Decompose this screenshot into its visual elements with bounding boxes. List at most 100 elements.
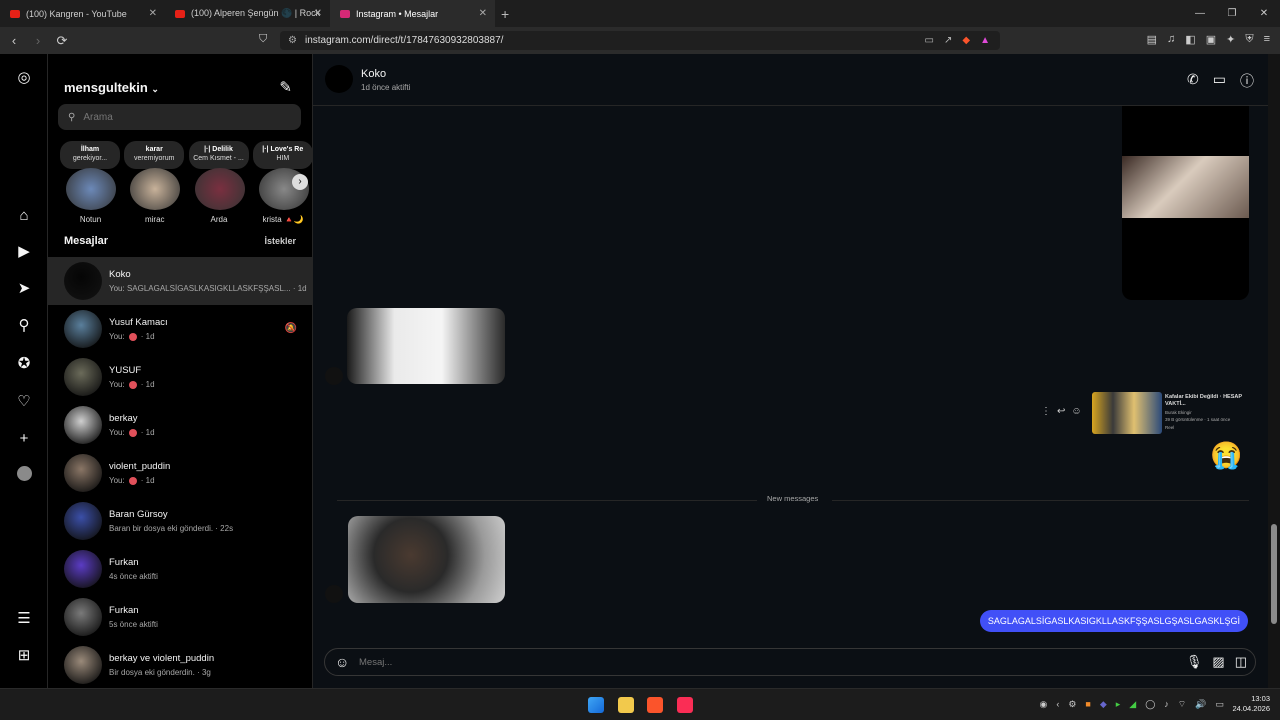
- microphone-icon[interactable]: 🎙: [1186, 654, 1203, 670]
- tray-app-icon[interactable]: ◉: [1039, 699, 1047, 710]
- search-box[interactable]: ⚲: [58, 104, 301, 130]
- note-bubble[interactable]: karar veremiyorum: [124, 141, 185, 169]
- back-button[interactable]: ‹: [4, 33, 24, 48]
- new-tab-button[interactable]: +: [501, 6, 509, 22]
- requests-link[interactable]: İstekler: [264, 236, 296, 246]
- search-icon[interactable]: ⚲: [14, 316, 34, 336]
- conversation-item[interactable]: Baran Gürsoy Baran bir dosya eki gönderdi…: [48, 497, 312, 545]
- conversation-item[interactable]: violent_puddin You: · 1d: [48, 449, 312, 497]
- note-bubble[interactable]: |·| Love's Re HIM: [252, 141, 312, 169]
- tray-chevron-icon[interactable]: ‹: [1056, 699, 1059, 710]
- wallet-icon[interactable]: ▣: [1206, 33, 1216, 46]
- message-input[interactable]: [359, 656, 1059, 668]
- phone-icon[interactable]: ✆: [1187, 71, 1199, 91]
- conversation-item[interactable]: Yusuf Kamacı You: · 1d 🔕: [48, 305, 312, 353]
- tray-mic-icon[interactable]: ♪: [1164, 699, 1169, 710]
- tray-app-icon[interactable]: ◯: [1145, 699, 1155, 710]
- profile-avatar[interactable]: [14, 466, 34, 486]
- search-input[interactable]: [83, 111, 284, 123]
- brave-shields-icon[interactable]: ◆: [962, 35, 970, 46]
- more-options-icon[interactable]: ⋮: [1041, 406, 1051, 417]
- close-tab-icon[interactable]: ✕: [314, 8, 322, 19]
- story-avatar[interactable]: [130, 168, 181, 210]
- browser-tab[interactable]: Instagram • Mesajlar ✕: [330, 0, 495, 27]
- share-icon[interactable]: ↗: [944, 35, 952, 46]
- apple-music-icon[interactable]: [677, 697, 693, 713]
- close-tab-icon[interactable]: ✕: [149, 8, 157, 19]
- sender-avatar[interactable]: [325, 585, 343, 603]
- tray-app-icon[interactable]: ▸: [1116, 699, 1121, 710]
- create-icon[interactable]: +: [14, 429, 34, 449]
- brave-browser-icon[interactable]: [647, 697, 663, 713]
- sticker-icon[interactable]: ◫: [1235, 654, 1247, 670]
- clock[interactable]: 13:03 24.04.2026: [1232, 694, 1270, 714]
- chevron-right-icon[interactable]: ›: [292, 174, 308, 190]
- story-item[interactable]: |·| Delilik Cem Kısmet - ... Arda: [185, 141, 249, 227]
- scrollbar-thumb[interactable]: [1271, 524, 1277, 624]
- shared-reel[interactable]: Kafalar Ekibi Değildi · HESAP VAKTİ... B…: [1092, 392, 1252, 434]
- reply-icon[interactable]: ↩: [1057, 406, 1065, 417]
- account-switcher[interactable]: mensgultekin ⌄: [64, 80, 159, 95]
- chat-avatar[interactable]: [325, 65, 353, 93]
- music-icon[interactable]: ♫: [1167, 33, 1175, 46]
- sticker-emoji[interactable]: 😭: [1210, 440, 1242, 471]
- conversation-item[interactable]: berkay You: · 1d: [48, 401, 312, 449]
- file-explorer-icon[interactable]: [618, 697, 634, 713]
- tray-app-icon[interactable]: ⚙: [1068, 699, 1076, 710]
- site-info-icon[interactable]: ⚙: [288, 35, 297, 46]
- new-message-icon[interactable]: ✎: [279, 78, 292, 96]
- forward-button[interactable]: ›: [28, 33, 48, 48]
- page-scrollbar[interactable]: [1268, 54, 1280, 688]
- reels-icon[interactable]: ▶: [14, 242, 34, 262]
- url-bar[interactable]: ⚙ instagram.com/direct/t/178476309328038…: [280, 31, 1000, 50]
- story-item[interactable]: karar veremiyorum mirac: [120, 141, 185, 227]
- tray-app-icon[interactable]: ◢: [1129, 699, 1136, 710]
- conversation-item[interactable]: Furkan 5s önce aktifti: [48, 593, 312, 641]
- cast-icon[interactable]: ▭: [925, 35, 934, 46]
- tray-app-icon[interactable]: ■: [1085, 699, 1090, 710]
- wifi-icon[interactable]: ⌔: [1178, 699, 1186, 710]
- browser-tab[interactable]: (100) Alperen Şengün 🌑 | Rockets ✕: [165, 0, 330, 27]
- bookmark-icon[interactable]: ⛉: [259, 33, 267, 46]
- image-upload-icon[interactable]: ▨: [1212, 654, 1224, 670]
- story-avatar[interactable]: [194, 168, 245, 210]
- brave-rewards-icon[interactable]: ▲: [980, 35, 990, 46]
- close-tab-icon[interactable]: ✕: [479, 8, 487, 19]
- note-bubble[interactable]: İlham gerekiyor...: [60, 141, 120, 169]
- start-icon[interactable]: [588, 697, 604, 713]
- note-bubble[interactable]: |·| Delilik Cem Kısmet - ...: [188, 141, 249, 169]
- reader-icon[interactable]: ▤: [1147, 33, 1157, 46]
- chat-title[interactable]: Koko: [361, 68, 386, 80]
- sidebar-icon[interactable]: ◧: [1185, 33, 1195, 46]
- message-video[interactable]: [1122, 106, 1249, 300]
- minimize-button[interactable]: —: [1184, 8, 1216, 19]
- vpn-icon[interactable]: ⛨: [1245, 33, 1253, 46]
- messages-icon[interactable]: ➤: [14, 279, 34, 299]
- tray-app-icon[interactable]: ◆: [1100, 699, 1107, 710]
- story-avatar[interactable]: [66, 168, 116, 210]
- message-image[interactable]: [347, 308, 505, 384]
- conversation-item[interactable]: berkay ve violent_puddin Bir dosya eki gö…: [48, 641, 312, 688]
- conversation-item[interactable]: YUSUF You: · 1d: [48, 353, 312, 401]
- close-window-button[interactable]: ✕: [1248, 8, 1280, 19]
- home-icon[interactable]: ⌂: [14, 206, 34, 226]
- menu-icon[interactable]: ≡: [1264, 33, 1270, 46]
- sender-avatar[interactable]: [325, 367, 343, 385]
- story-item[interactable]: İlham gerekiyor... Notun: [56, 141, 120, 227]
- ai-icon[interactable]: ✦: [1226, 33, 1235, 46]
- battery-icon[interactable]: ▭: [1215, 699, 1224, 710]
- message-image[interactable]: [348, 516, 505, 603]
- more-menu-icon[interactable]: ☰: [14, 609, 34, 629]
- browser-tab[interactable]: (100) Kangren - YouTube ✕: [0, 0, 165, 27]
- sent-message-bubble[interactable]: SAGLAGALSİGASLKASIGKLLASKFŞŞASLGŞASLGASK…: [979, 610, 1248, 632]
- volume-icon[interactable]: 🔊: [1195, 699, 1206, 710]
- emoji-icon[interactable]: ☺: [335, 654, 349, 670]
- restore-button[interactable]: ❐: [1216, 8, 1248, 19]
- info-icon[interactable]: ⓘ: [1240, 71, 1254, 91]
- instagram-logo-icon[interactable]: ◎: [14, 68, 34, 88]
- notifications-heart-icon[interactable]: ♡: [14, 392, 34, 412]
- conversation-item[interactable]: Furkan 4s önce aktifti: [48, 545, 312, 593]
- explore-icon[interactable]: ✪: [14, 354, 34, 374]
- video-call-icon[interactable]: ▭: [1213, 71, 1226, 91]
- threads-apps-icon[interactable]: ⊞: [14, 646, 34, 666]
